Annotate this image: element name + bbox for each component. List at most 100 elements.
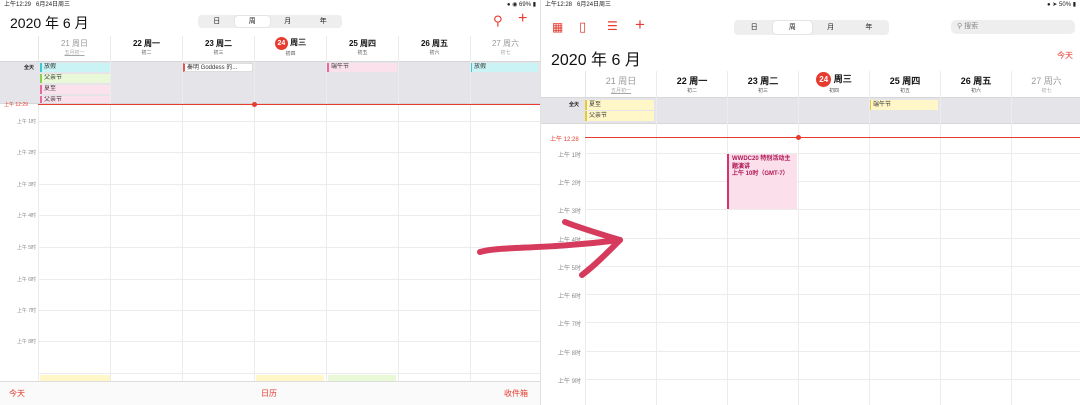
lunar-date: 五月初一: [610, 88, 631, 94]
lunar-date: 初五: [899, 88, 910, 94]
status-right: ● ➤ 50% ▮: [1047, 2, 1076, 8]
day-header-wed-today[interactable]: 24 周三 初四: [254, 36, 326, 62]
view-segmented-control: 日 周 月 年: [198, 15, 342, 28]
inbox-icon[interactable]: ▯: [579, 19, 586, 35]
current-time-line: [38, 104, 540, 105]
allday-event[interactable]: 父亲节: [40, 96, 110, 103]
hour-label: 上午 4时: [16, 213, 36, 219]
day-name: 26 周五: [960, 76, 992, 86]
search-icon[interactable]: ⚲: [493, 13, 503, 29]
allday-event[interactable]: 秦明 Goddess 的...: [183, 63, 253, 72]
inbox-button[interactable]: 收件箱: [504, 388, 528, 399]
add-icon[interactable]: +: [635, 15, 645, 35]
lunar-date: 初五: [357, 50, 368, 56]
battery-percent: 50%: [1059, 2, 1072, 8]
hour-label: 上午 7时: [16, 308, 36, 314]
day-header-sun[interactable]: 21 周日 五月初一: [38, 36, 110, 62]
lunar-date: 初二: [141, 50, 152, 56]
hour-label: 上午 8时: [16, 339, 36, 345]
status-time: 上午12:28: [545, 2, 573, 8]
tab-week[interactable]: 周: [234, 16, 270, 27]
day-header-tue[interactable]: 23 周二 初三: [182, 36, 254, 62]
day-name: 23 周二: [204, 39, 233, 48]
lunar-date: 初六: [970, 88, 981, 94]
allday-event[interactable]: 夏至: [585, 100, 654, 110]
day-name: 25 周四: [889, 76, 921, 86]
hour-label: 上午 2时: [16, 150, 36, 156]
event-title: WWDC20 特别活动主题演讲: [732, 156, 791, 170]
tab-day[interactable]: 日: [735, 21, 773, 34]
allday-event[interactable]: 放假: [40, 63, 110, 72]
current-time-dot: [796, 135, 801, 140]
hour-label: 上午 6时: [16, 277, 36, 283]
allday-label: 全天: [23, 65, 34, 71]
day-name: 周三: [290, 38, 307, 47]
day-header-sat[interactable]: 27 周六 初七: [1011, 71, 1080, 97]
tab-year[interactable]: 年: [306, 16, 342, 27]
day-name: 21 周日: [60, 39, 89, 48]
lunar-date: 初二: [686, 88, 697, 94]
tab-year[interactable]: 年: [850, 21, 888, 34]
allday-event[interactable]: 父亲节: [40, 74, 110, 83]
status-bar: 上午12:28 6月24日周三 ● ➤ 50% ▮: [541, 0, 1080, 11]
lunar-date: 五月初一: [64, 50, 85, 56]
page-title: 2020 年 6 月: [551, 52, 641, 69]
arrow-annotation: [477, 219, 623, 278]
allday-event[interactable]: 父亲节: [585, 111, 654, 121]
day-name: 27 周六: [491, 39, 520, 48]
allday-event[interactable]: 端午节: [869, 100, 938, 110]
status-time: 上午12:29: [4, 2, 32, 8]
view-segmented-control: 日 周 月 年: [734, 20, 889, 35]
tab-day[interactable]: 日: [199, 16, 235, 27]
current-time-label: 上午 12:29: [4, 102, 28, 108]
current-time-dot: [252, 102, 257, 107]
allday-event[interactable]: 夏至: [40, 85, 110, 94]
day-name: 21 周日: [605, 76, 637, 86]
arrow-head: [562, 219, 623, 278]
day-name: 25 周四: [348, 39, 377, 48]
search-field[interactable]: ⚲ 搜索: [951, 20, 1075, 34]
allday-event[interactable]: 端午节: [327, 63, 397, 72]
day-header-sun[interactable]: 21 周日 五月初一: [585, 71, 656, 97]
hour-label: 上午 7时: [557, 322, 581, 328]
tab-week[interactable]: 周: [773, 21, 812, 34]
hour-label: 上午 8时: [557, 351, 581, 357]
day-header-row: 21 周日 五月初一 22 周一 初二 23 周二 初三 24 周三 初四 25…: [38, 36, 540, 62]
left-calendar-screenshot: 上午12:29 6月24日周三 ● ◉ 69% ▮ 日 周 月 年 ⚲ + 20…: [0, 0, 540, 405]
add-icon[interactable]: +: [518, 10, 527, 28]
tab-month[interactable]: 月: [812, 21, 850, 34]
lunar-date: 初四: [828, 88, 839, 94]
today-button[interactable]: 今天: [9, 388, 25, 399]
tab-month[interactable]: 月: [270, 16, 306, 27]
lunar-date: 初四: [285, 51, 296, 57]
bottom-tab-bar: 今天 日历 收件箱: [0, 381, 540, 405]
list-icon[interactable]: ☰: [607, 19, 618, 33]
wwdc-event[interactable]: WWDC20 特别活动主题演讲 上午 10时（GMT-7）: [727, 154, 797, 209]
calendars-button[interactable]: 日历: [261, 388, 277, 399]
day-header-fri[interactable]: 26 周五 初六: [398, 36, 470, 62]
search-icon: ⚲: [957, 23, 963, 30]
current-time-label: 上午 12:28: [550, 137, 579, 143]
day-header-wed-today[interactable]: 24 周三 初四: [798, 71, 869, 97]
day-header-thu[interactable]: 25 周四 初五: [326, 36, 398, 62]
day-header-sat[interactable]: 27 周六 初七: [470, 36, 540, 62]
day-header-mon[interactable]: 22 周一 初二: [110, 36, 182, 62]
lunar-date: 初七: [1041, 88, 1052, 94]
today-button[interactable]: 今天: [1057, 50, 1073, 61]
day-header-thu[interactable]: 25 周四 初五: [869, 71, 940, 97]
calendar-icon[interactable]: ▦: [552, 20, 563, 34]
lunar-date: 初七: [500, 50, 511, 56]
status-bar: 上午12:29 6月24日周三 ● ◉ 69% ▮: [0, 0, 540, 11]
day-header-mon[interactable]: 22 周一 初二: [656, 71, 727, 97]
hour-label: 上午 9时: [557, 379, 581, 385]
day-header-tue[interactable]: 23 周二 初三: [727, 71, 798, 97]
day-name: 周三: [833, 74, 852, 84]
day-header-row: 21 周日 五月初一 22 周一 初二 23 周二 初三 24 周三 初四 25…: [585, 71, 1080, 97]
allday-label: 全天: [568, 102, 579, 108]
hour-label: 上午 1时: [16, 119, 36, 125]
allday-event[interactable]: 放假: [470, 63, 538, 72]
day-header-fri[interactable]: 26 周五 初六: [940, 71, 1011, 97]
page-title: 2020 年 6 月: [10, 15, 89, 31]
day-name: 27 周六: [1031, 76, 1062, 86]
search-placeholder: 搜索: [964, 23, 979, 30]
